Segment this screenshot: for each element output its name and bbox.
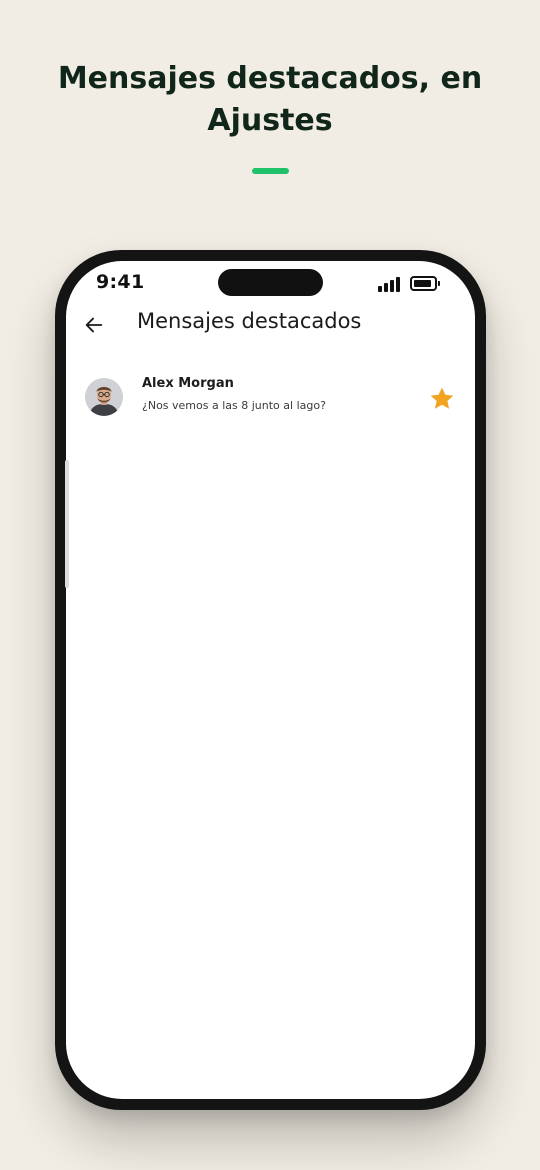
dynamic-island bbox=[218, 269, 323, 296]
starred-message-row[interactable]: Alex Morgan ¿Nos vemos a las 8 junto al … bbox=[66, 373, 475, 425]
phone-side-button bbox=[65, 460, 69, 588]
accent-bar bbox=[252, 168, 289, 174]
phone-frame: 9:41 Mensajes destacados Alex Morgan ¿No… bbox=[55, 250, 486, 1110]
phone-screen: 9:41 Mensajes destacados Alex Morgan ¿No… bbox=[66, 261, 475, 1099]
battery-icon bbox=[410, 276, 440, 291]
screen-title: Mensajes destacados bbox=[137, 309, 362, 333]
status-time: 9:41 bbox=[96, 271, 145, 293]
sender-name: Alex Morgan bbox=[142, 376, 234, 391]
cellular-signal-icon bbox=[378, 276, 402, 292]
star-icon[interactable] bbox=[428, 385, 456, 413]
promo-title-line-2: Ajustes bbox=[207, 103, 333, 138]
promo-title: Mensajes destacados, en Ajustes bbox=[40, 58, 500, 142]
promo-title-line-1: Mensajes destacados, en bbox=[57, 61, 483, 96]
avatar bbox=[85, 378, 123, 416]
message-text: ¿Nos vemos a las 8 junto al lago? bbox=[142, 399, 326, 412]
arrow-left-icon bbox=[85, 317, 103, 333]
back-button[interactable] bbox=[80, 311, 108, 339]
